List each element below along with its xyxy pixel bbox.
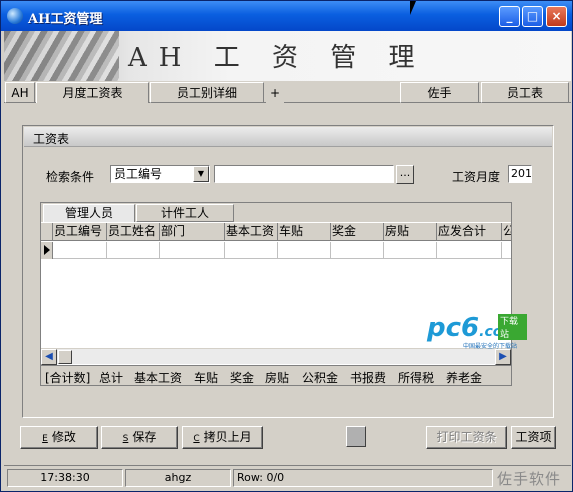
column-header[interactable]: 员工编号 [53, 223, 107, 240]
mouse-cursor-icon [410, 1, 416, 15]
grid-column-headers: 员工编号 员工姓名 部门 基本工资 车贴 奖金 房贴 应发合计 公 [41, 223, 511, 241]
column-header[interactable]: 部门 [160, 223, 225, 240]
column-header[interactable]: 车贴 [278, 223, 331, 240]
search-input[interactable] [214, 165, 394, 183]
total-item: 总计 [99, 371, 124, 385]
table-cell[interactable] [107, 242, 160, 259]
scroll-thumb[interactable] [58, 350, 72, 364]
row-indicator-header [41, 223, 53, 240]
table-cell[interactable] [53, 242, 107, 259]
tab-employee-detail[interactable]: 员工别详细 [150, 82, 264, 103]
column-header[interactable]: 房贴 [384, 223, 437, 240]
panel-header: 工资表 [24, 127, 552, 147]
totals-row: [合计数] 总计 基本工资 车贴 奖金 房贴 公积金 书报费 所得税 养老金 [41, 365, 511, 385]
banner-title: AH 工 资 管 理 [128, 43, 427, 73]
chevron-down-icon[interactable]: ▼ [193, 166, 209, 182]
status-bar: 17:38:30 ahgz Row: 0/0 佐手软件 [4, 465, 571, 489]
row-pointer-icon [44, 245, 50, 255]
total-item: 车贴 [194, 371, 219, 385]
table-cell[interactable] [160, 242, 225, 259]
window-title: AH工资管理 [28, 12, 103, 27]
subtab-managers[interactable]: 管理人员 [43, 204, 135, 222]
salary-grid: 管理人员 计件工人 员工编号 员工姓名 部门 基本工资 车贴 奖金 房贴 应发合… [40, 202, 512, 386]
total-item: 奖金 [230, 371, 255, 385]
banner-decoration [4, 31, 119, 81]
globe-icon [7, 8, 23, 24]
scroll-right-icon[interactable]: ▶ [495, 349, 511, 365]
total-item: 公积金 [302, 371, 339, 385]
tab-ah[interactable]: AH [5, 82, 35, 103]
search-condition-label: 检索条件 [46, 170, 95, 184]
total-item: 养老金 [446, 371, 483, 385]
total-item: 房贴 [265, 371, 290, 385]
column-header[interactable]: 奖金 [331, 223, 384, 240]
subtab-piece-workers[interactable]: 计件工人 [136, 204, 234, 222]
app-window: AH工资管理 _ □ × AH 工 资 管 理 AH 月度工资表 员工别详细 +… [0, 0, 573, 492]
search-field-select[interactable]: 员工编号 ▼ [110, 165, 210, 183]
browse-button[interactable]: ... [396, 165, 414, 184]
status-user: ahgz [125, 469, 231, 487]
scroll-left-icon[interactable]: ◀ [41, 349, 57, 365]
column-header[interactable]: 应发合计 [437, 223, 502, 240]
add-tab-button[interactable]: + [266, 82, 284, 103]
edit-button[interactable]: E 修改 [20, 426, 98, 449]
minimize-button[interactable]: _ [499, 6, 520, 27]
save-button[interactable]: S 保存 [101, 426, 178, 449]
print-payslip-button[interactable]: 打印工资条 [426, 426, 507, 449]
maximize-button[interactable]: □ [522, 6, 543, 27]
title-bar[interactable]: AH工资管理 _ □ × [1, 1, 572, 31]
pc6-watermark-logo: pc6.com 下载站 中国最安全的下载站 [427, 311, 527, 351]
pc6-slogan: 中国最安全的下载站 [463, 343, 518, 350]
table-cell[interactable] [437, 242, 502, 259]
total-item: 所得税 [398, 371, 435, 385]
grid-subtabs: 管理人员 计件工人 [41, 203, 511, 222]
main-tabbar: AH 月度工资表 员工别详细 + 佐手 员工表 [4, 81, 571, 104]
employee-table-button[interactable]: 员工表 [481, 82, 569, 103]
status-row-count: Row: 0/0 [233, 469, 493, 487]
pc6-badge: 下载站 [498, 314, 527, 340]
column-header[interactable]: 基本工资 [225, 223, 278, 240]
column-header[interactable]: 公 [502, 223, 511, 240]
table-cell[interactable] [225, 242, 278, 259]
close-button[interactable]: × [546, 6, 567, 27]
search-field-value: 员工编号 [114, 167, 163, 181]
square-button[interactable] [346, 426, 366, 447]
salary-month-input[interactable]: 201 [508, 165, 532, 183]
table-cell[interactable] [384, 242, 437, 259]
current-row-indicator [41, 242, 53, 259]
table-cell[interactable] [331, 242, 384, 259]
table-row[interactable] [53, 242, 511, 259]
salary-month-label: 工资月度 [452, 170, 501, 184]
column-header[interactable]: 员工姓名 [107, 223, 160, 240]
panel-title: 工资表 [33, 132, 70, 146]
totals-label: [合计数] [45, 371, 91, 385]
salary-item-button[interactable]: 工资项 [511, 426, 556, 449]
table-cell[interactable] [278, 242, 331, 259]
copy-last-month-button[interactable]: C 拷贝上月 [182, 426, 263, 449]
status-time: 17:38:30 [7, 469, 123, 487]
watermark-text: 佐手软件 [497, 470, 562, 488]
total-item: 基本工资 [134, 371, 183, 385]
tab-monthly-salary[interactable]: 月度工资表 [36, 82, 149, 104]
app-banner: AH 工 资 管 理 [4, 31, 571, 81]
assistant-button[interactable]: 佐手 [400, 82, 479, 103]
total-item: 书报费 [350, 371, 387, 385]
